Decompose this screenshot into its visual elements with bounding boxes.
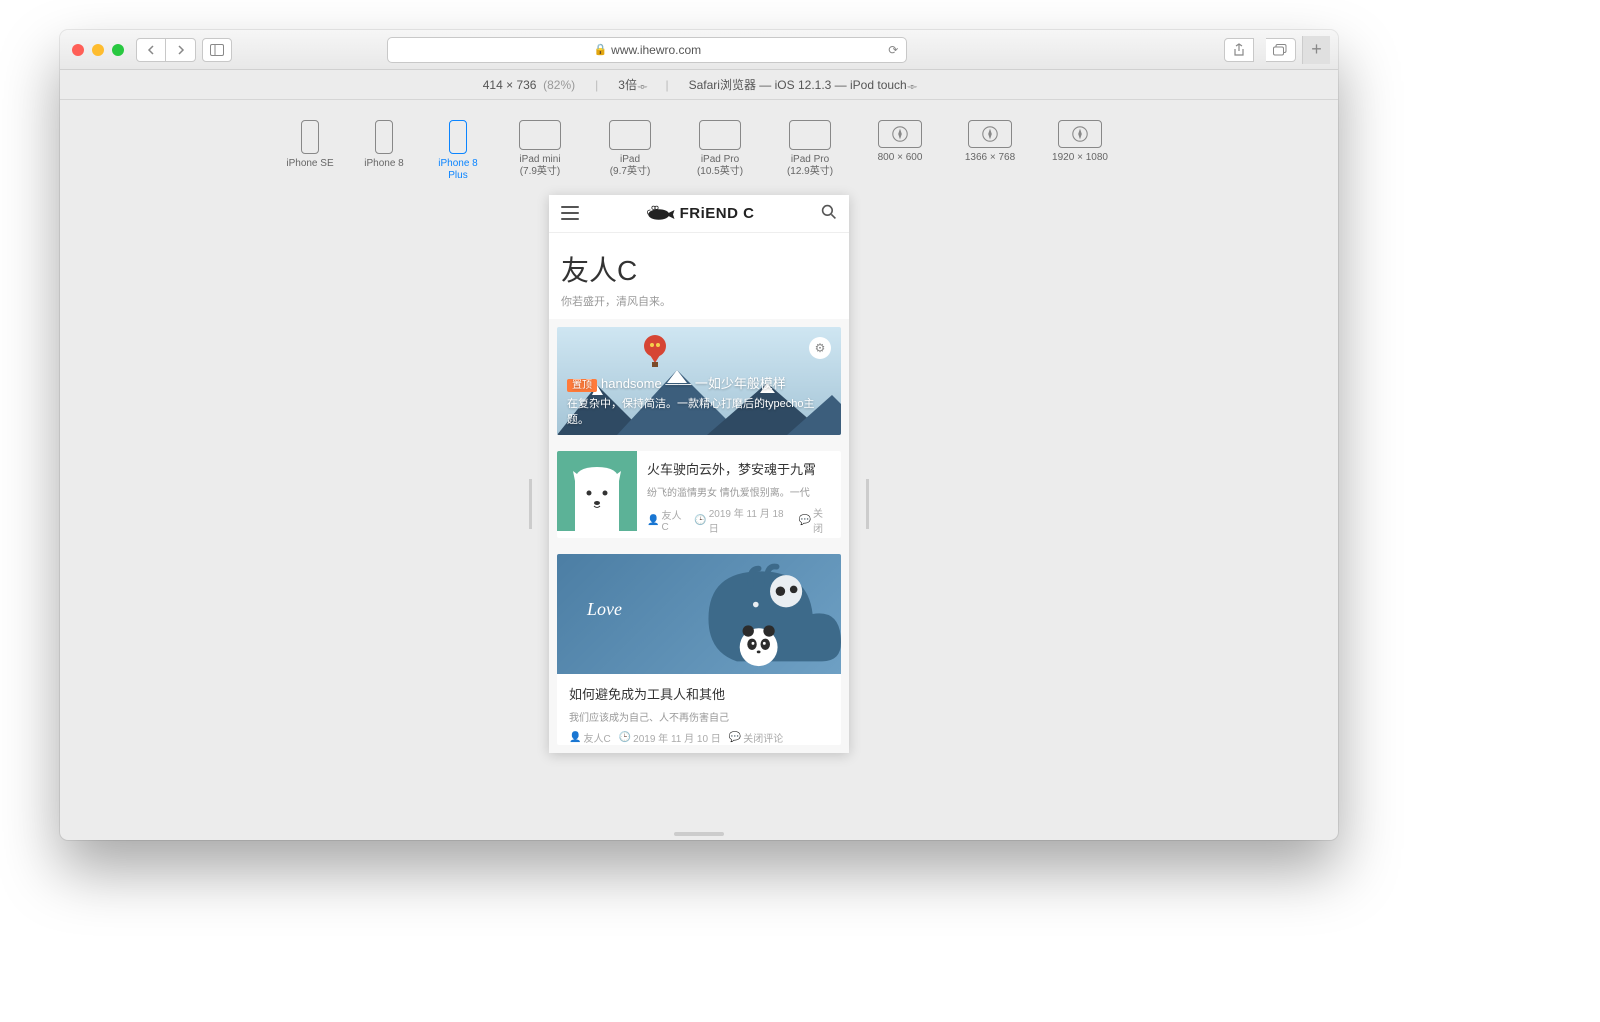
resize-handle-right[interactable] [866, 479, 869, 529]
device-option[interactable]: iPad mini (7.9英寸) [504, 120, 576, 181]
pixel-ratio-dropdown[interactable]: 3倍 [618, 76, 645, 93]
device-option[interactable]: iPad Pro (10.5英寸) [684, 120, 756, 181]
url-text: www.ihewro.com [611, 43, 701, 57]
device-option[interactable]: 1920 × 1080 [1044, 120, 1116, 181]
balloon-icon [642, 335, 668, 369]
device-option[interactable]: iPad Pro (12.9英寸) [774, 120, 846, 181]
simulated-viewport: FRiEND C 友人C 你若盛开，清风自来。 [549, 195, 849, 753]
user-agent-dropdown[interactable]: Safari浏览器 — iOS 12.1.3 — iPod touch [689, 76, 916, 93]
device-option[interactable]: iPhone SE [282, 120, 338, 181]
post-excerpt: 纷飞的滥情男女 情仇爱恨别离。一代 [647, 484, 831, 499]
back-button[interactable] [136, 38, 166, 62]
hero: 友人C 你若盛开，清风自来。 [549, 233, 849, 319]
post-excerpt: 我们应该成为自己、人不再伤害自己 [569, 709, 829, 724]
safari-window: 🔒 www.ihewro.com ⟳ + 414 × 736 (82%) | 3… [60, 30, 1338, 840]
clock-icon: 🕒 2019 年 11 月 18 日 [694, 505, 790, 535]
device-option[interactable]: 1366 × 768 [954, 120, 1026, 181]
post-card[interactable]: 火车驶向云外，梦安魂于九霄 纷飞的滥情男女 情仇爱恨别离。一代 👤 友人C 🕒 … [557, 451, 841, 538]
post-title: 火车驶向云外，梦安魂于九霄 [647, 459, 831, 478]
resize-handle-left[interactable] [529, 479, 532, 529]
comment-icon: 💬 关闭 [799, 505, 831, 535]
search-icon[interactable] [821, 204, 837, 223]
site-tagline: 你若盛开，清风自来。 [561, 293, 837, 309]
cover-text: Love [587, 599, 622, 620]
site-navbar: FRiEND C [549, 195, 849, 233]
site-logo[interactable]: FRiEND C [646, 203, 755, 223]
forward-button[interactable] [166, 38, 196, 62]
pin-badge: 置顶 [567, 379, 597, 392]
device-option[interactable]: iPhone 8 [356, 120, 412, 181]
reload-button[interactable]: ⟳ [888, 43, 898, 57]
post-title: 如何避免成为工具人和其他 [569, 684, 829, 703]
author-icon: 👤 友人C [647, 507, 686, 533]
post-thumbnail [557, 451, 637, 531]
site-title: 友人C [561, 249, 837, 289]
post-meta: 👤 友人C 🕒 2019 年 11 月 18 日 💬 关闭 [647, 505, 831, 535]
minimize-window-button[interactable] [92, 44, 104, 56]
post-cover: Love [557, 554, 841, 674]
resize-handle-bottom[interactable] [674, 832, 724, 836]
window-controls [72, 44, 124, 56]
nav-back-forward [136, 38, 196, 62]
gear-icon[interactable]: ⚙ [809, 337, 831, 359]
toolbar-right [1218, 38, 1296, 62]
responsive-canvas: FRiEND C 友人C 你若盛开，清风自来。 [60, 189, 1338, 828]
device-option[interactable]: 800 × 600 [864, 120, 936, 181]
device-picker: iPhone SE iPhone 8 iPhone 8 Plus iPad mini … [60, 100, 1338, 189]
lock-icon: 🔒 [593, 43, 607, 56]
zoom-window-button[interactable] [112, 44, 124, 56]
post-meta: 👤 友人C 🕒 2019 年 11 月 10 日 💬 关闭评论 [569, 730, 829, 745]
titlebar: 🔒 www.ihewro.com ⟳ + [60, 30, 1338, 70]
clock-icon: 🕒 2019 年 11 月 10 日 [619, 730, 721, 745]
menu-icon[interactable] [561, 206, 579, 220]
featured-subtitle: 在复杂中，保持简洁。一款精心打磨后的typecho主题。 [567, 395, 831, 427]
share-button[interactable] [1224, 38, 1254, 62]
device-option[interactable]: iPhone 8 Plus [430, 120, 486, 181]
sidebar-toggle-button[interactable] [202, 38, 232, 62]
new-tab-button[interactable]: + [1302, 36, 1330, 64]
author-icon: 👤 友人C [569, 730, 611, 745]
tabs-button[interactable] [1266, 38, 1296, 62]
comment-icon: 💬 关闭评论 [729, 730, 783, 745]
viewport-size[interactable]: 414 × 736 (82%) [483, 78, 575, 92]
close-window-button[interactable] [72, 44, 84, 56]
url-bar[interactable]: 🔒 www.ihewro.com ⟳ [387, 37, 907, 63]
device-option[interactable]: iPad (9.7英寸) [594, 120, 666, 181]
responsive-info-bar: 414 × 736 (82%) | 3倍 | Safari浏览器 — iOS 1… [60, 70, 1338, 100]
featured-title: handsome —— 一如少年般模样 [601, 376, 786, 391]
post-card[interactable]: Love 如何避免成为工具人和其他 我们应该成为自己、人不再伤害自己 👤 友人C… [557, 554, 841, 745]
featured-post[interactable]: ⚙ 置顶 handsome —— 一如少年般模样 在复杂中，保持简洁。一款精心打磨… [557, 327, 841, 435]
